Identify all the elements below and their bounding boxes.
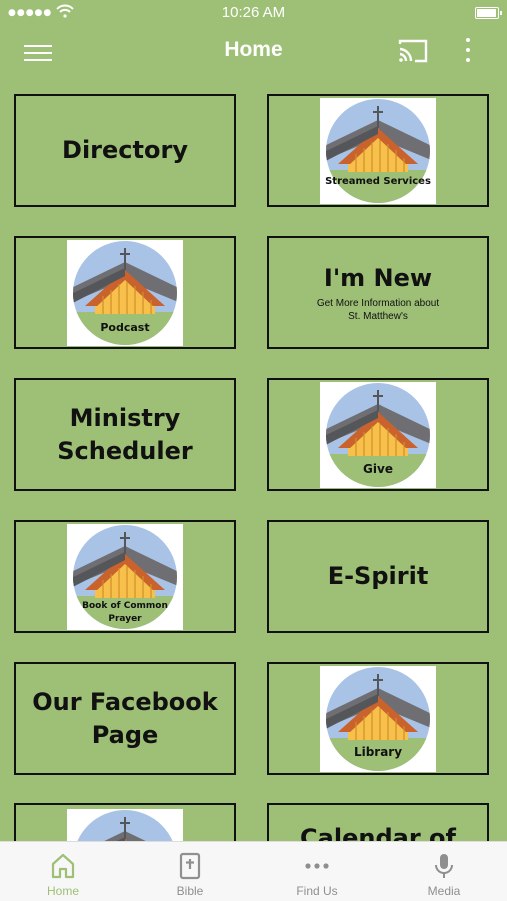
tab-label: Home	[46, 884, 79, 898]
church-logo-image: Book of Common Prayer	[67, 523, 183, 630]
tile-label-line1: Our Facebook	[32, 687, 218, 716]
tab-home[interactable]: Home	[0, 842, 126, 901]
bible-icon	[179, 852, 201, 880]
battery-icon	[475, 7, 502, 19]
tile-label: Directory	[62, 136, 188, 164]
home-icon	[51, 853, 75, 879]
more-options-icon[interactable]	[458, 38, 478, 66]
tile-subtitle-line2: St. Matthew's	[348, 311, 408, 322]
tab-bible[interactable]: Bible	[127, 842, 253, 901]
church-logo-image: Streamed Services	[320, 97, 436, 204]
tab-label: Find Us	[296, 884, 338, 898]
page-title: Home	[224, 38, 283, 61]
church-logo-image: Give	[320, 381, 436, 488]
tile-library[interactable]: Library	[267, 662, 489, 775]
tile-caption-line1: Book of Common	[82, 600, 168, 611]
tile-caption: Give	[363, 461, 393, 476]
tile-label: Calendar of	[300, 824, 456, 841]
tile-directory[interactable]: Directory	[14, 94, 236, 207]
tile-im-new[interactable]: I'm New Get More Information about St. M…	[267, 236, 489, 349]
tile-streamed-services[interactable]: Streamed Services	[267, 94, 489, 207]
church-logo-image	[67, 809, 183, 841]
tile-label-line2: Page	[91, 720, 159, 749]
tab-media[interactable]: Media	[381, 842, 507, 901]
tab-label: Bible	[176, 884, 204, 898]
tile-partial-logo[interactable]	[14, 803, 236, 841]
church-logo-image: Podcast	[67, 239, 183, 346]
tile-caption: Streamed Services	[325, 175, 431, 187]
tile-podcast[interactable]: Podcast	[14, 236, 236, 349]
tile-caption: Podcast	[100, 320, 150, 334]
tile-subtitle-line1: Get More Information about	[316, 298, 440, 309]
tile-our-facebook-page[interactable]: Our Facebook Page	[14, 662, 236, 775]
church-logo-image: Library	[320, 665, 436, 772]
tile-caption: Library	[353, 744, 403, 759]
tile-label: E-Spirit	[327, 562, 429, 590]
tab-label: Media	[427, 884, 461, 898]
microphone-icon	[435, 854, 453, 878]
more-dots-icon	[305, 863, 329, 869]
tile-grid: Directory Streamed Services Podcast I'm …	[0, 93, 507, 841]
tile-calendar[interactable]: Calendar of	[267, 803, 489, 841]
tile-book-of-common-prayer[interactable]: Book of Common Prayer	[14, 520, 236, 633]
tile-ministry-scheduler[interactable]: Ministry Scheduler	[14, 378, 236, 491]
tile-give[interactable]: Give	[267, 378, 489, 491]
tile-label: I'm New	[323, 264, 433, 292]
cast-icon[interactable]	[398, 38, 428, 64]
tile-e-spirit[interactable]: E-Spirit	[267, 520, 489, 633]
tile-caption-line2: Prayer	[108, 613, 142, 624]
nav-bar: Home	[0, 26, 507, 78]
status-bar: ●●●●● 10:26 AM	[0, 0, 507, 26]
tile-label-line1: Ministry	[69, 403, 181, 432]
tile-label-line2: Scheduler	[57, 436, 193, 465]
tab-find-us[interactable]: Find Us	[254, 842, 380, 901]
bottom-tab-bar: Home Bible Find Us Media	[0, 841, 507, 901]
status-time: 10:26 AM	[221, 4, 286, 21]
